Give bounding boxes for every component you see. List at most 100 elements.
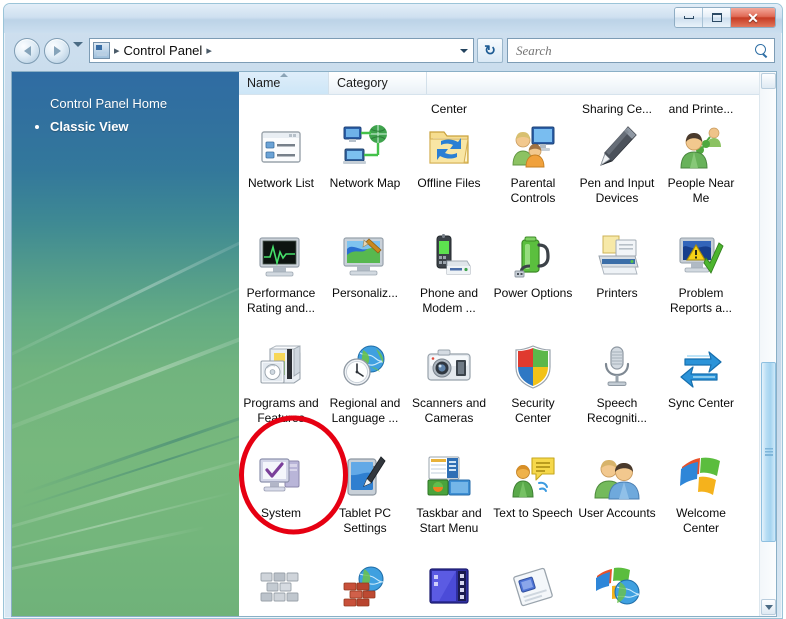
list-item[interactable]: Parental Controls: [491, 117, 575, 227]
list-item[interactable]: Speech Recogniti...: [575, 337, 659, 447]
close-button[interactable]: ✕: [731, 8, 775, 27]
maximize-button[interactable]: [703, 8, 731, 27]
wallpaper-streak: [12, 451, 239, 545]
icon-label: Welcome Center: [676, 506, 726, 535]
list-item[interactable]: and Printe...: [659, 97, 743, 117]
icon-label: Speech Recogniti...: [586, 396, 648, 425]
icon-grid-viewport: Center Sharing Ce... and Printe... Netwo…: [239, 95, 759, 616]
list-item[interactable]: [491, 557, 575, 616]
programs-features-icon: [257, 343, 305, 391]
list-item[interactable]: Center: [407, 97, 491, 117]
icon-label: Printers: [596, 286, 638, 300]
refresh-button[interactable]: ↻: [477, 38, 503, 63]
forward-button[interactable]: [44, 38, 70, 64]
power-options-icon: [509, 233, 557, 281]
scroll-down-button[interactable]: [761, 599, 776, 615]
control-panel-icon: [93, 42, 110, 59]
list-item[interactable]: Performance Rating and...: [239, 227, 323, 337]
list-item[interactable]: Tablet PC Settings: [323, 447, 407, 557]
list-item[interactable]: Text to Speech: [491, 447, 575, 557]
scroll-up-button[interactable]: [761, 73, 776, 89]
sidebar-item-control-panel-home[interactable]: Control Panel Home: [12, 92, 239, 115]
offline-files-icon: [425, 123, 473, 171]
list-item[interactable]: Regional and Language ...: [323, 337, 407, 447]
list-item[interactable]: User Accounts: [575, 447, 659, 557]
breadcrumb-control-panel[interactable]: Control Panel: [124, 43, 203, 58]
list-item[interactable]: Personaliz...: [323, 227, 407, 337]
history-dropdown-button[interactable]: [73, 42, 84, 64]
problem-reports-icon: [677, 233, 725, 281]
minimize-button[interactable]: [675, 8, 703, 27]
list-item[interactable]: System: [239, 447, 323, 557]
control-panel-window: ✕ ▸ Control Panel ▸ ↻ Search Control Pan…: [3, 3, 783, 619]
list-item[interactable]: Offline Files: [407, 117, 491, 227]
icon-label: System: [260, 506, 301, 520]
icon-label: Network Map: [329, 176, 401, 190]
network-map-icon: [341, 123, 389, 171]
list-item[interactable]: [659, 557, 743, 616]
breadcrumb-separator-2[interactable]: ▸: [202, 44, 216, 57]
chevron-down-icon: [460, 48, 468, 53]
navigation-links: Control Panel Home Classic View: [12, 72, 239, 138]
security-center-icon: [509, 343, 557, 391]
column-header-label: Category: [337, 76, 388, 90]
vertical-scrollbar[interactable]: [759, 72, 776, 616]
list-item[interactable]: Scanners and Cameras: [407, 337, 491, 447]
list-item[interactable]: [575, 557, 659, 616]
column-header-empty[interactable]: [427, 72, 776, 94]
list-item[interactable]: Sync Center: [659, 337, 743, 447]
system-icon: [257, 453, 305, 501]
list-item[interactable]: Phone and Modem ...: [407, 227, 491, 337]
list-item[interactable]: [239, 557, 323, 616]
list-item[interactable]: [323, 557, 407, 616]
icon-label: User Accounts: [578, 506, 656, 520]
phone-modem-icon: [425, 233, 473, 281]
wallpaper-streak: [12, 267, 239, 404]
search-box[interactable]: [507, 38, 775, 63]
list-item[interactable]: Network Map: [323, 117, 407, 227]
list-item[interactable]: Power Options: [491, 227, 575, 337]
windows-sidebar-icon: [509, 563, 557, 611]
list-item[interactable]: Welcome Center: [659, 447, 743, 557]
address-dropdown-button[interactable]: [455, 39, 473, 62]
wallpaper-streak: [12, 307, 239, 448]
list-item[interactable]: Network List: [239, 117, 323, 227]
personalization-icon: [341, 233, 389, 281]
list-item[interactable]: Printers: [575, 227, 659, 337]
windows-media-center-icon: [425, 563, 473, 611]
scrollbar-thumb[interactable]: [761, 362, 776, 542]
back-button[interactable]: [14, 38, 40, 64]
wallpaper-streak: [15, 418, 239, 510]
list-item[interactable]: Security Center: [491, 337, 575, 447]
icon-label: Phone and Modem ...: [419, 286, 479, 315]
search-icon[interactable]: [754, 43, 770, 59]
list-item[interactable]: Pen and Input Devices: [575, 117, 659, 227]
network-list-icon: [257, 123, 305, 171]
icon-label: Text to Speech: [493, 506, 573, 520]
icon-label: Center: [430, 102, 468, 116]
sidebar-item-classic-view[interactable]: Classic View: [12, 115, 239, 138]
speech-recognition-icon: [593, 343, 641, 391]
column-header-category[interactable]: Category: [329, 72, 427, 94]
list-item[interactable]: Problem Reports a...: [659, 227, 743, 337]
column-header-label: Name: [247, 76, 281, 90]
list-item[interactable]: Programs and Features: [239, 337, 323, 447]
icon-label: Offline Files: [417, 176, 481, 190]
column-header-name[interactable]: Name: [239, 72, 329, 94]
list-item[interactable]: Sharing Ce...: [575, 97, 659, 117]
list-item[interactable]: Taskbar and Start Menu: [407, 447, 491, 557]
address-input[interactable]: ▸ Control Panel ▸: [89, 38, 474, 63]
icon-grid: Center Sharing Ce... and Printe... Netwo…: [239, 95, 759, 616]
icon-label: Tablet PC Settings: [338, 506, 392, 535]
windows-firewall-icon: [341, 563, 389, 611]
sidebar-item-label: Control Panel Home: [50, 96, 168, 111]
parental-controls-icon: [509, 123, 557, 171]
content-pane: Name Category Center Sharing Ce... and P…: [239, 72, 776, 616]
icon-label: Pen and Input Devices: [579, 176, 655, 205]
maximize-icon: [711, 13, 722, 22]
sort-ascending-icon: [279, 73, 288, 77]
search-input[interactable]: [516, 42, 754, 59]
icon-label: People Near Me: [667, 176, 735, 205]
list-item[interactable]: [407, 557, 491, 616]
list-item[interactable]: People Near Me: [659, 117, 743, 227]
